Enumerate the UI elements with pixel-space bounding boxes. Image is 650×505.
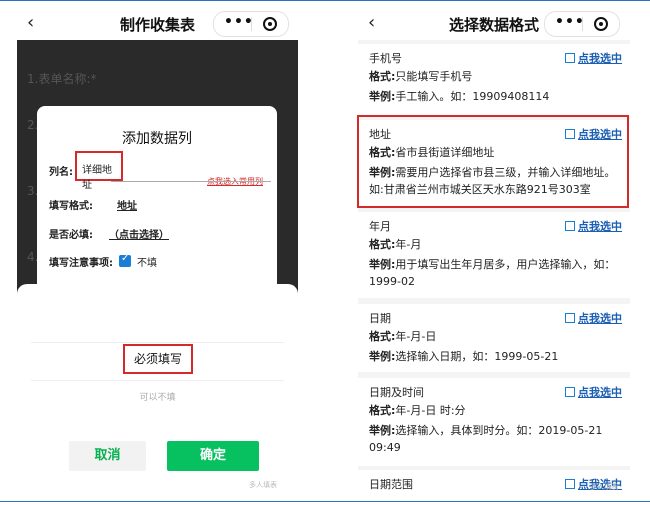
required-select[interactable]: （点击选择）	[109, 226, 169, 241]
left-phone-screen: ‹ 制作收集表 ••• 1.表单名称:* 2. 3. 4. 添加数据列 列名: …	[17, 6, 298, 495]
right-phone-screen: ‹ 选择数据格式 ••• 手机号 点我选中 格式:只能填写手机号 举例:手工输入…	[358, 6, 630, 495]
select-option-link[interactable]: 点我选中	[565, 310, 622, 326]
option-title: 手机号	[369, 52, 402, 65]
form-name-label: 1.表单名称:*	[27, 72, 97, 86]
add-column-dialog: 添加数据列 列名: 点我选入常用列 填写格式: 地址 是否必填: （点击选择） …	[37, 106, 277, 296]
left-nav-bar: ‹ 制作收集表 •••	[17, 6, 298, 40]
mini-program-capsule[interactable]: •••	[213, 11, 289, 37]
close-target-icon[interactable]	[594, 17, 608, 31]
external-link-icon	[565, 387, 575, 397]
required-label: 是否必填:	[49, 230, 93, 241]
right-nav-bar: ‹ 选择数据格式 •••	[358, 6, 630, 40]
notes-value: 不填	[137, 258, 157, 269]
external-link-icon	[565, 313, 575, 323]
external-link-icon	[565, 53, 575, 63]
watermark: 多人填表	[249, 481, 277, 489]
bottom-divider	[0, 501, 650, 502]
format-option-year-month: 年月 点我选中 格式:年-月 举例:用于填写出生年月居多，用户选择输入，如：19…	[358, 212, 630, 298]
option-required[interactable]: 必须填写	[123, 344, 193, 374]
format-option-date-range: 日期范围 点我选中 多人填表	[358, 470, 630, 495]
notes-label: 填写注意事项:	[49, 258, 113, 269]
external-link-icon	[565, 221, 575, 231]
confirm-button[interactable]: 确定	[167, 441, 259, 471]
option-title: 日期	[369, 312, 391, 325]
top-divider	[0, 0, 650, 1]
dialog-title: 添加数据列	[122, 131, 192, 147]
more-icon[interactable]: •••	[555, 14, 585, 30]
option-title: 日期范围	[369, 478, 413, 491]
address-highlight-box	[357, 115, 629, 208]
required-action-sheet: 必须填写 可以不填 取消 确定 多人填表	[17, 284, 298, 495]
select-option-link[interactable]: 点我选中	[565, 218, 622, 234]
watermark: 多人填表	[590, 483, 618, 491]
select-option-link[interactable]: 点我选中	[565, 384, 622, 400]
format-option-datetime: 日期及时间 点我选中 格式:年-月-日 时:分 举例:选择输入，具体到时分。如：…	[358, 378, 630, 466]
option-optional[interactable]: 可以不填	[17, 390, 298, 403]
format-option-date: 日期 点我选中 格式:年-月-日 举例:选择输入日期，如：1999-05-21	[358, 304, 630, 372]
name-input[interactable]: 详细地址	[75, 151, 123, 191]
checkbox-icon[interactable]	[119, 253, 131, 267]
option-title: 年月	[369, 220, 391, 233]
format-option-phone: 手机号 点我选中 格式:只能填写手机号 举例:手工输入。如：1990940811…	[358, 44, 630, 116]
format-label: 填写格式:	[49, 201, 93, 212]
name-label: 列名:	[49, 167, 73, 178]
option-title: 日期及时间	[369, 386, 424, 399]
external-link-icon	[565, 479, 575, 489]
select-option-link[interactable]: 点我选中	[565, 50, 622, 66]
more-icon[interactable]: •••	[224, 14, 254, 30]
close-target-icon[interactable]	[263, 17, 277, 31]
format-value[interactable]: 地址	[117, 197, 137, 212]
cancel-button[interactable]: 取消	[69, 441, 146, 471]
mini-program-capsule[interactable]: •••	[544, 11, 620, 37]
